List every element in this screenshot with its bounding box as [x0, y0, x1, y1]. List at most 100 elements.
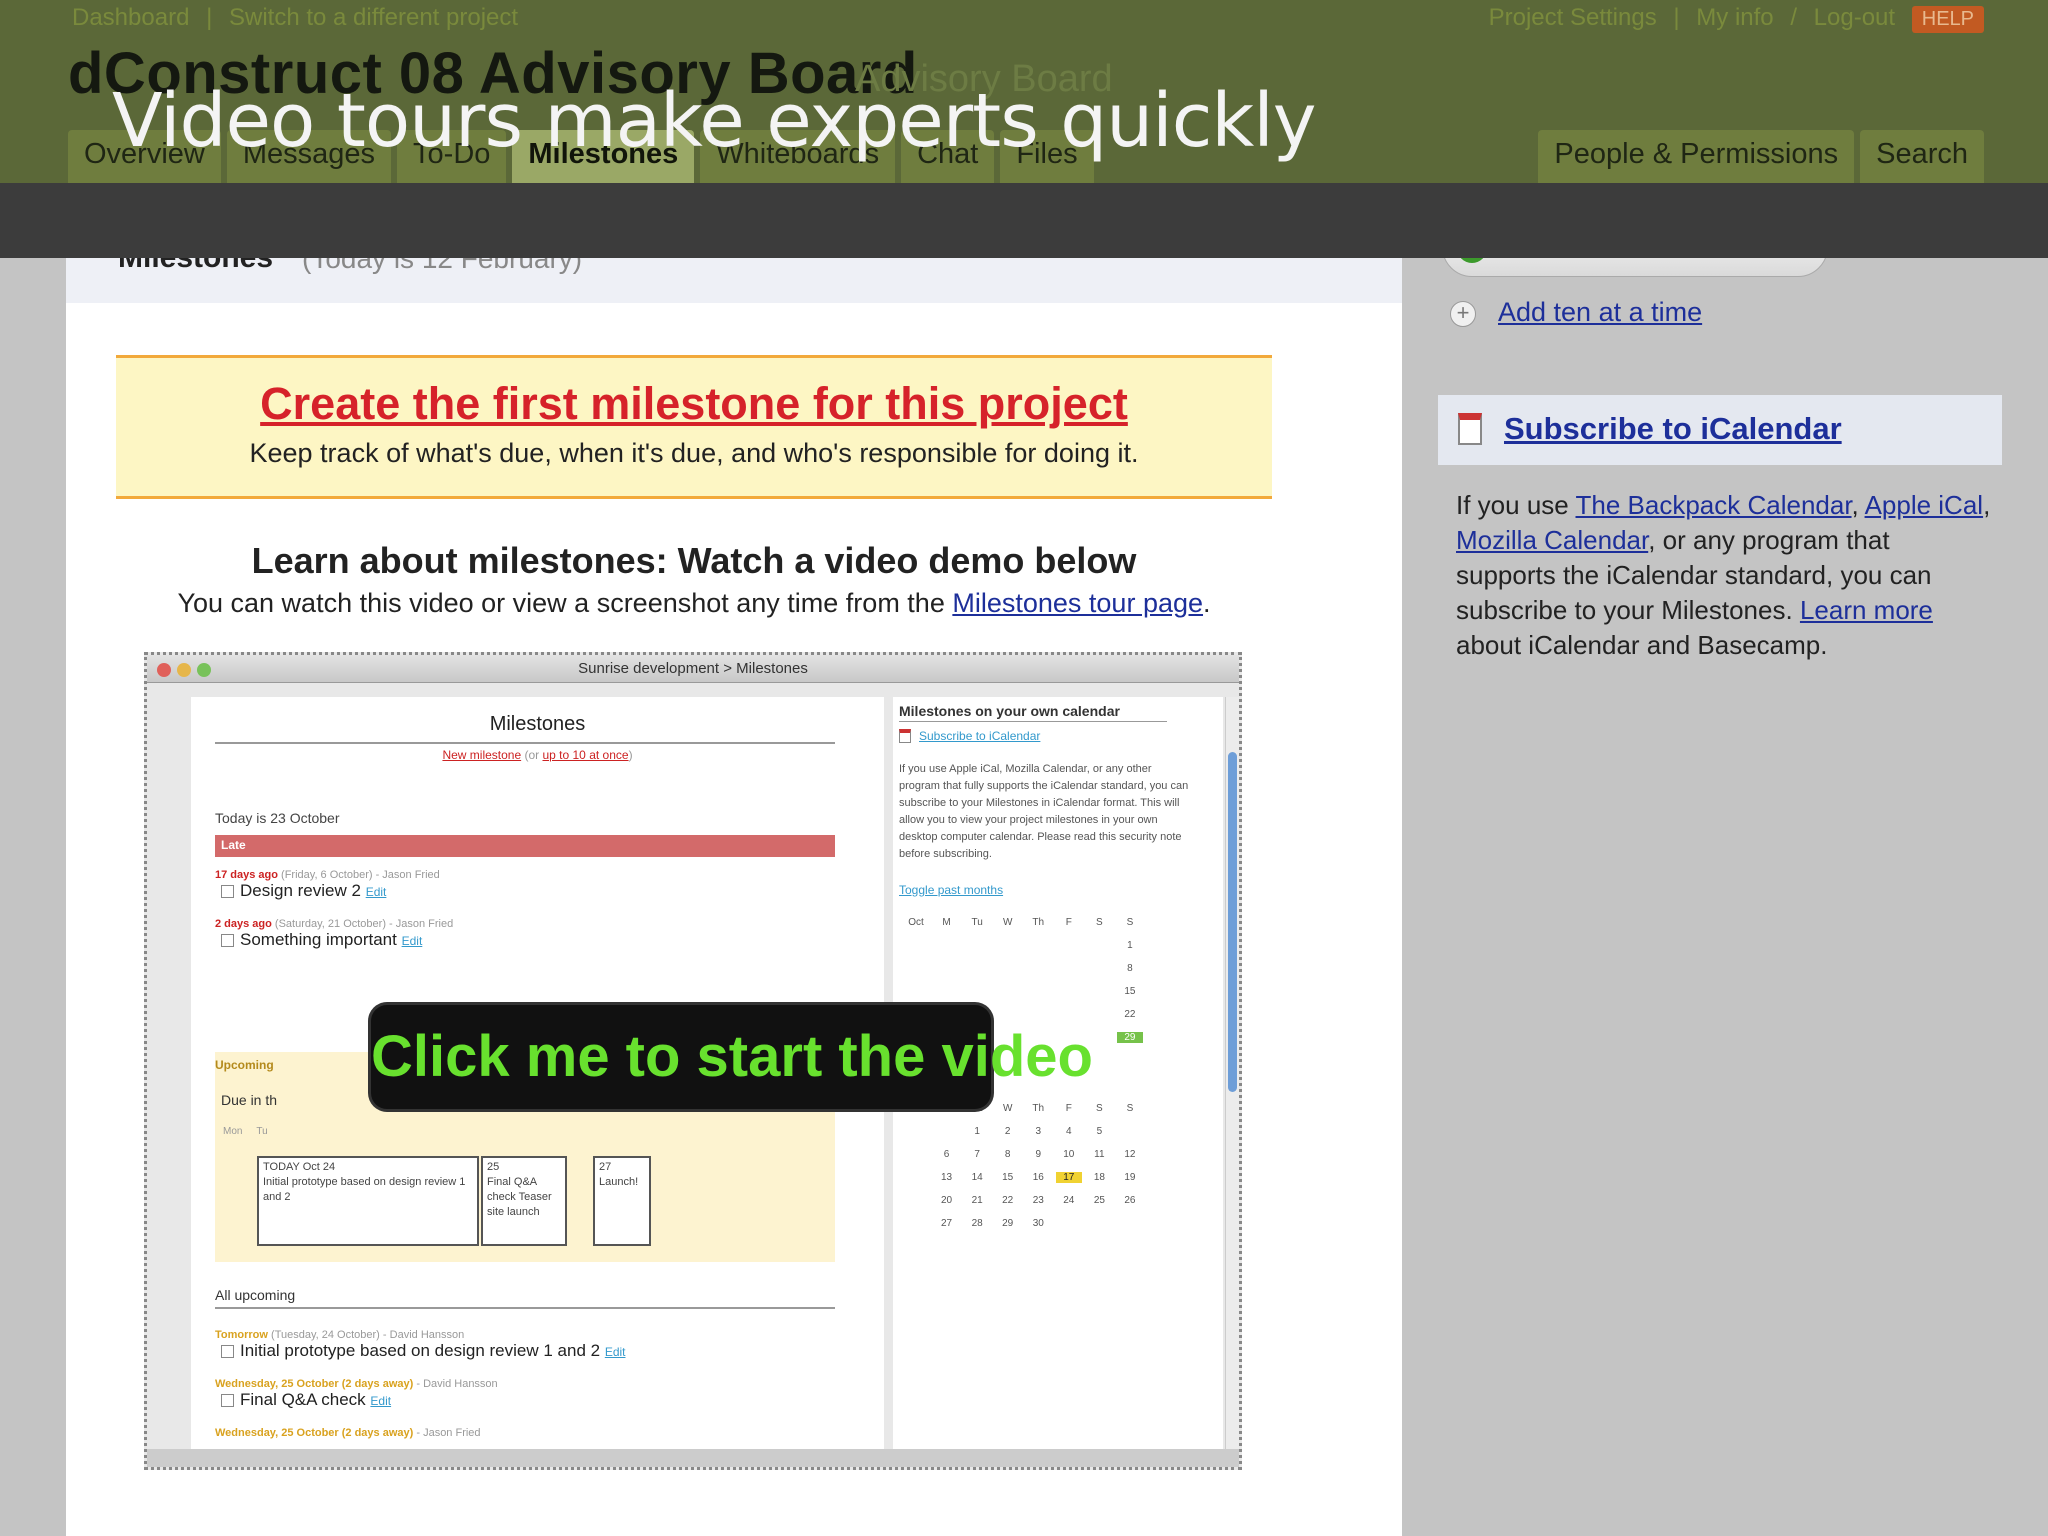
- top-nav-left: Dashboard | Switch to a different projec…: [72, 4, 528, 32]
- video-up-to-10-link: up to 10 at once: [542, 748, 629, 762]
- log-out-link[interactable]: Log-out: [1814, 4, 1895, 31]
- calendar-day-cell: 2: [1004, 1126, 1011, 1137]
- video-today-text: Today is 23 October: [215, 810, 340, 826]
- calendar-day-cell: 27: [941, 1218, 953, 1229]
- video-calendar-day: 25 Final Q&A check Teaser site launch: [481, 1156, 567, 1246]
- item-who: - Jason Fried: [372, 869, 440, 881]
- calendar-day-cell: 1: [974, 1126, 980, 1137]
- project-settings-link[interactable]: Project Settings: [1489, 4, 1657, 31]
- day-head: TODAY Oct 24: [263, 1161, 336, 1173]
- tab-search[interactable]: Search: [1860, 130, 1984, 183]
- calendar-head-cell: S: [1126, 1103, 1134, 1114]
- scrollbar-thumb: [1228, 752, 1237, 1092]
- item-who: - Jason Fried: [413, 1427, 481, 1439]
- help-button[interactable]: HELP: [1911, 6, 1984, 33]
- ical-text: about iCalendar and Basecamp.: [1456, 630, 1828, 660]
- plus-icon: +: [1450, 301, 1476, 327]
- calendar-day-cell: 16: [1032, 1172, 1044, 1183]
- video-milestones-title: Milestones: [489, 713, 586, 735]
- item-when: 17 days ago: [215, 869, 278, 881]
- item-title: Final Q&A check: [240, 1390, 366, 1409]
- ical-text: If you use: [1456, 490, 1576, 520]
- video-upcoming-label: Upcoming: [215, 1058, 274, 1072]
- learn-heading: Learn about milestones: Watch a video de…: [251, 540, 1137, 581]
- calendar-week-row: 8: [903, 957, 1143, 980]
- tab-people-permissions[interactable]: People & Permissions: [1538, 130, 1855, 183]
- day-text: Initial prototype based on design review…: [263, 1176, 466, 1203]
- item-edit-link: Edit: [401, 934, 423, 948]
- day-head: 25: [487, 1161, 500, 1173]
- overlay-caption: Video tours make experts quickly: [112, 78, 1317, 164]
- calendar-head-cell: W: [1002, 917, 1013, 928]
- calendar-day-cell: 18: [1093, 1172, 1105, 1183]
- caption-overlay-band: [0, 183, 2048, 258]
- calendar-day-cell: 24: [1063, 1195, 1075, 1206]
- learn-subtext: You can watch this video or view a scree…: [66, 588, 1322, 619]
- learn-more-link[interactable]: Learn more: [1800, 595, 1933, 625]
- calendar-day-cell: 26: [1124, 1195, 1136, 1206]
- video-bottom-bar: [147, 1449, 1239, 1467]
- calendar-day-cell: 29: [1002, 1218, 1014, 1229]
- calendar-day-cell: 8: [1127, 963, 1133, 974]
- video-upcoming-item: Tomorrow (Tuesday, 24 October) - David H…: [215, 1329, 835, 1361]
- nav-separator: /: [1790, 4, 1797, 31]
- item-meta: 2 days ago (Saturday, 21 October) - Jaso…: [215, 918, 835, 930]
- item-edit-link: Edit: [370, 1394, 392, 1408]
- mozilla-calendar-link[interactable]: Mozilla Calendar: [1456, 525, 1648, 555]
- ical-subscribe-box: Subscribe to iCalendar: [1438, 395, 2002, 465]
- calendar-day-cell: 14: [971, 1172, 983, 1183]
- calendar-day-cell: 19: [1124, 1172, 1136, 1183]
- calendar-day-cell: 10: [1063, 1149, 1075, 1160]
- video-late-item: 2 days ago (Saturday, 21 October) - Jaso…: [215, 918, 835, 950]
- calendar-day-cell: 21: [971, 1195, 983, 1206]
- divider: [215, 1307, 835, 1309]
- top-nav-right: Project Settings | My info / Log-out HEL…: [1479, 4, 1984, 33]
- milestones-tour-link[interactable]: Milestones tour page: [952, 588, 1203, 618]
- item-when: 2 days ago: [215, 918, 272, 930]
- item-meta: 17 days ago (Friday, 6 October) - Jason …: [215, 869, 835, 881]
- item-row: Design review 2 Edit: [215, 881, 835, 901]
- add-ten-at-a-time-link[interactable]: Add ten at a time: [1498, 297, 1702, 328]
- video-late-item: 17 days ago (Friday, 6 October) - Jason …: [215, 869, 835, 901]
- video-or-text: (or: [521, 748, 543, 762]
- item-meta: Wednesday, 25 October (2 days away) - Ja…: [215, 1427, 835, 1439]
- item-date: (Friday, 6 October): [277, 869, 373, 881]
- calendar-day-cell: 22: [1002, 1195, 1014, 1206]
- video-late-bar: Late: [215, 835, 835, 857]
- start-video-button[interactable]: Click me to start the video: [371, 1005, 1093, 1109]
- video-due-label: Due in th: [221, 1092, 278, 1108]
- video-demo-player[interactable]: Sunrise development > Milestones Milesto…: [144, 652, 1242, 1470]
- subscribe-ical-link[interactable]: Subscribe to iCalendar: [1504, 411, 1842, 447]
- calendar-head-cell: Th: [1032, 917, 1045, 928]
- calendar-head-cell: M: [942, 917, 951, 928]
- my-info-link[interactable]: My info: [1696, 4, 1773, 31]
- video-scrollbar: [1225, 697, 1239, 1449]
- divider: [215, 742, 835, 744]
- video-side-heading: Milestones on your own calendar: [899, 703, 1120, 719]
- calendar-week-row: 15: [903, 980, 1143, 1003]
- divider: [899, 721, 1167, 722]
- video-window-titlebar: Sunrise development > Milestones: [147, 655, 1239, 683]
- item-when: Tomorrow: [215, 1329, 268, 1341]
- calendar-icon: [1458, 413, 1482, 445]
- dashboard-link[interactable]: Dashboard: [72, 4, 189, 31]
- video-week-labels: Mon Tu: [223, 1126, 268, 1137]
- switch-project-link[interactable]: Switch to a different project: [229, 4, 518, 31]
- create-first-milestone-link[interactable]: Create the first milestone for this proj…: [116, 378, 1272, 430]
- apple-ical-link[interactable]: Apple iCal: [1865, 490, 1984, 520]
- ical-help-text: If you use The Backpack Calendar, Apple …: [1456, 488, 1996, 663]
- video-upcoming-item: Wednesday, 25 October (2 days away) - Ja…: [215, 1427, 835, 1439]
- day-head: 27: [599, 1161, 612, 1173]
- item-who: - Jason Fried: [385, 918, 454, 930]
- video-calendar-november: NovMTuWThFSS1234567891011121314151617181…: [903, 1097, 1143, 1235]
- calendar-head-cell: Tu: [971, 917, 983, 928]
- week-label: Mon: [223, 1126, 243, 1137]
- calendar-week-row: 20 21 22 23 24 25 26: [903, 1189, 1143, 1212]
- calendar-day-cell: 11: [1094, 1149, 1105, 1160]
- calendar-head-cell: F: [1065, 1103, 1072, 1114]
- calendar-day-cell: 6: [943, 1149, 950, 1160]
- checkbox-icon: [221, 1345, 234, 1359]
- calendar-week-row: 27 28 29 30: [903, 1212, 1143, 1235]
- backpack-calendar-link[interactable]: The Backpack Calendar: [1576, 490, 1852, 520]
- day-text: Final Q&A check Teaser site launch: [487, 1176, 552, 1218]
